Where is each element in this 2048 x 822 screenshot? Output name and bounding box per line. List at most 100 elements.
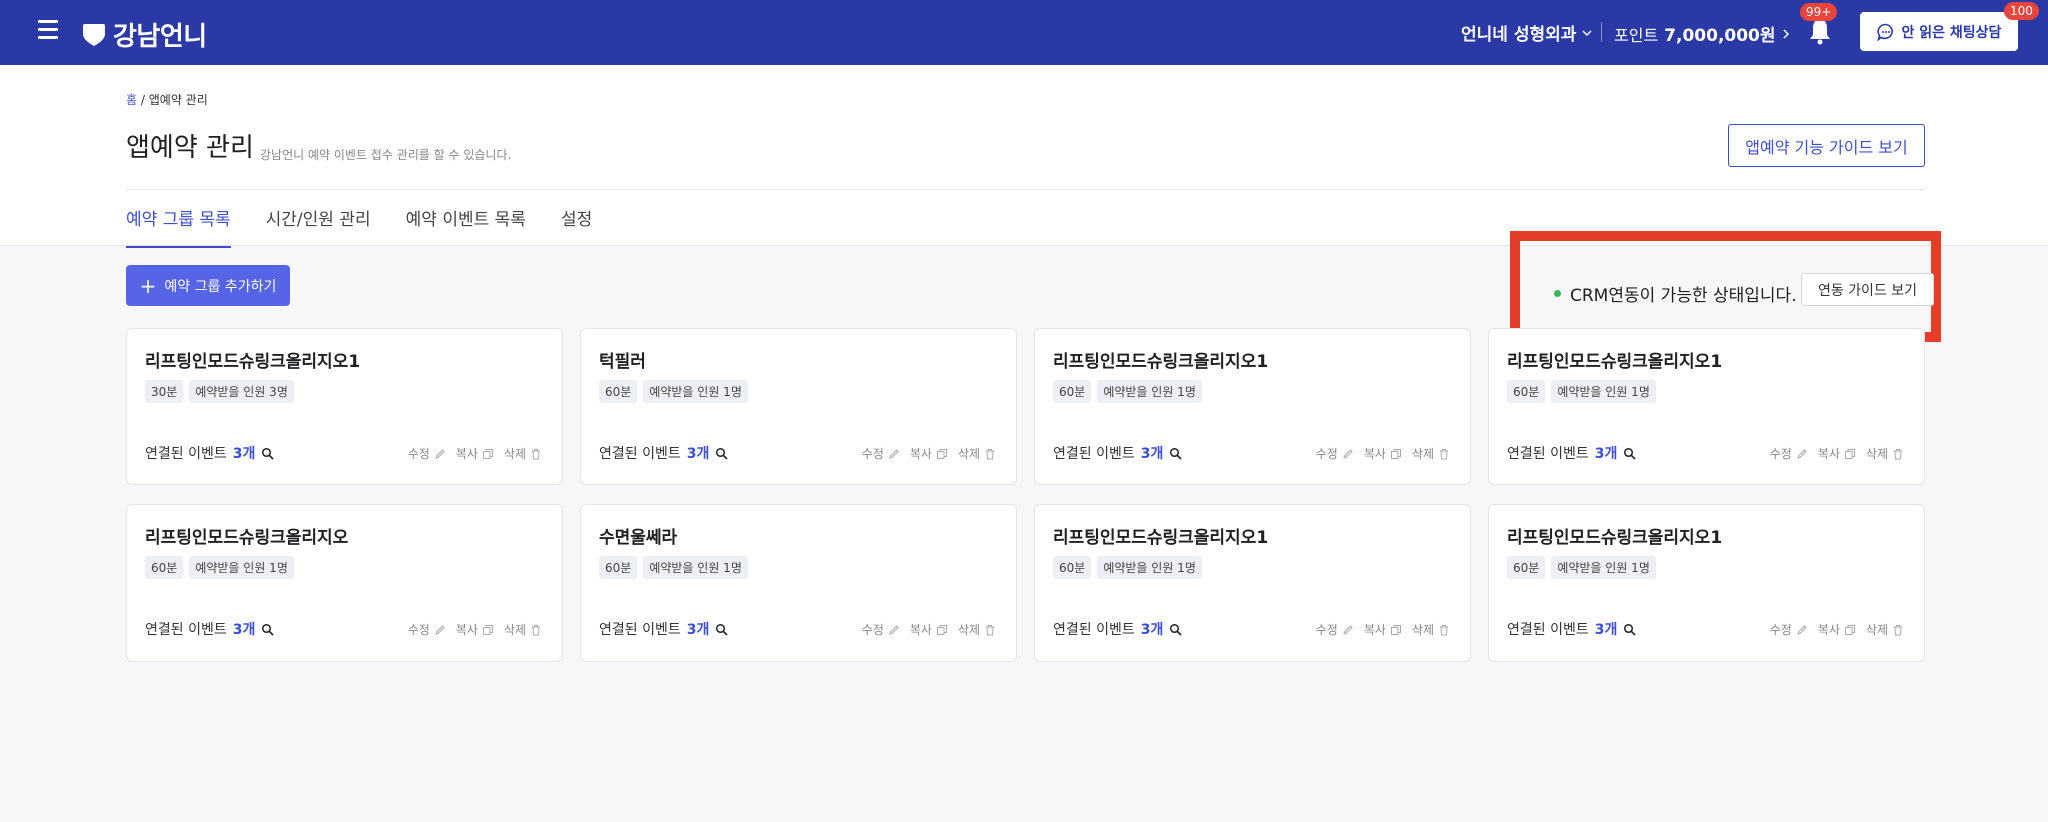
delete-label: 삭제 <box>1865 447 1888 461</box>
delete-button[interactable]: 삭제 <box>1866 445 1904 462</box>
trash-icon <box>532 448 540 459</box>
copy-button[interactable]: 복사 <box>1364 445 1402 462</box>
reservation-group-card[interactable]: 리프팅인모드슈링크올리지오1 60분 예약받을 인원 1명 연결된 이벤트 3개 수정 복사… <box>1034 504 1471 662</box>
breadcrumb-separator: / <box>140 93 145 107</box>
linked-events-label: 연결된 이벤트 <box>1053 446 1135 462</box>
copy-button[interactable]: 복사 <box>1818 621 1856 638</box>
crm-guide-button[interactable]: 연동 가이드 보기 <box>1801 273 1934 306</box>
linked-events-count[interactable]: 3개 <box>1595 443 1618 463</box>
magnifier-icon[interactable] <box>261 447 274 460</box>
copy-button[interactable]: 복사 <box>456 621 494 638</box>
edit-button[interactable]: 수정 <box>1316 445 1354 462</box>
hamburger-menu-icon[interactable] <box>38 20 58 40</box>
card-chips: 60분 예약받을 인원 1명 <box>599 380 748 403</box>
unread-chat-button[interactable]: 안 읽은 채팅상담 <box>1860 12 2018 51</box>
chat-button-label: 안 읽은 채팅상담 <box>1901 24 2002 41</box>
linked-events: 연결된 이벤트 3개 <box>145 619 274 639</box>
pencil-icon <box>1343 448 1353 459</box>
copy-button[interactable]: 복사 <box>456 445 494 462</box>
pencil-icon <box>1797 624 1807 635</box>
card-title: 수면울쎄라 <box>599 528 678 548</box>
tab-reservation-events[interactable]: 예약 이벤트 목록 <box>406 205 526 248</box>
delete-button[interactable]: 삭제 <box>1866 621 1904 638</box>
delete-button[interactable]: 삭제 <box>958 621 996 638</box>
notification-bell-icon[interactable] <box>1808 17 1832 45</box>
pencil-icon <box>435 624 445 635</box>
magnifier-icon[interactable] <box>1169 623 1182 636</box>
hospital-name: 언니네 성형외과 <box>1461 25 1577 45</box>
linked-events: 연결된 이벤트 3개 <box>145 443 274 463</box>
reservation-group-card[interactable]: 리프팅인모드슈링크올리지오1 60분 예약받을 인원 1명 연결된 이벤트 3개 수정 복사… <box>1034 328 1471 485</box>
add-group-button[interactable]: + 예약 그룹 추가하기 <box>126 265 290 306</box>
capacity-chip: 예약받을 인원 1명 <box>643 380 748 403</box>
capacity-chip: 예약받을 인원 1명 <box>1097 556 1202 579</box>
card-chips: 60분 예약받을 인원 1명 <box>145 556 294 579</box>
magnifier-icon[interactable] <box>715 623 728 636</box>
delete-button[interactable]: 삭제 <box>504 621 542 638</box>
edit-button[interactable]: 수정 <box>862 621 900 638</box>
reservation-group-card[interactable]: 수면울쎄라 60분 예약받을 인원 1명 연결된 이벤트 3개 수정 복사 삭제 <box>580 504 1017 662</box>
magnifier-icon[interactable] <box>1623 623 1636 636</box>
linked-events-label: 연결된 이벤트 <box>1507 446 1589 462</box>
capacity-chip: 예약받을 인원 1명 <box>1551 380 1656 403</box>
tab-reservation-groups[interactable]: 예약 그룹 목록 <box>126 205 231 248</box>
delete-label: 삭제 <box>1411 447 1434 461</box>
copy-button[interactable]: 복사 <box>910 621 948 638</box>
notification-count-badge: 99+ <box>1800 3 1838 21</box>
card-title: 리프팅인모드슈링크올리지오1 <box>1053 352 1269 372</box>
duration-chip: 60분 <box>1507 556 1546 579</box>
delete-button[interactable]: 삭제 <box>504 445 542 462</box>
hospital-selector[interactable]: 언니네 성형외과 <box>1461 20 1592 45</box>
magnifier-icon[interactable] <box>715 447 728 460</box>
reservation-group-card[interactable]: 리프팅인모드슈링크올리지오1 60분 예약받을 인원 1명 연결된 이벤트 3개 수정 복사… <box>1488 328 1925 485</box>
brand-logo[interactable]: 강남언니 <box>81 16 207 53</box>
edit-button[interactable]: 수정 <box>862 445 900 462</box>
points-link[interactable]: 포인트 7,000,000원 <box>1614 21 1790 46</box>
edit-button[interactable]: 수정 <box>408 445 446 462</box>
magnifier-icon[interactable] <box>1169 447 1182 460</box>
linked-events-count[interactable]: 3개 <box>687 443 710 463</box>
tab-settings[interactable]: 설정 <box>561 205 592 248</box>
delete-button[interactable]: 삭제 <box>958 445 996 462</box>
linked-events: 연결된 이벤트 3개 <box>1507 619 1636 639</box>
page-title: 앱예약 관리 <box>126 133 254 163</box>
delete-button[interactable]: 삭제 <box>1412 445 1450 462</box>
duration-chip: 60분 <box>1053 556 1092 579</box>
edit-button[interactable]: 수정 <box>1770 445 1808 462</box>
tab-time-capacity[interactable]: 시간/인원 관리 <box>266 205 371 248</box>
card-actions: 수정 복사 삭제 <box>408 445 542 462</box>
card-actions: 수정 복사 삭제 <box>862 621 996 638</box>
crm-status-highlight: CRM연동이 가능한 상태입니다. 연동 가이드 보기 <box>1510 231 1941 342</box>
plus-icon: + <box>139 273 157 298</box>
linked-events-count[interactable]: 3개 <box>1141 443 1164 463</box>
delete-button[interactable]: 삭제 <box>1412 621 1450 638</box>
linked-events-count[interactable]: 3개 <box>233 443 256 463</box>
chevron-right-icon <box>1783 28 1789 39</box>
duration-chip: 60분 <box>1053 380 1092 403</box>
copy-button[interactable]: 복사 <box>1818 445 1856 462</box>
delete-label: 삭제 <box>957 623 980 637</box>
linked-events: 연결된 이벤트 3개 <box>1053 443 1182 463</box>
linked-events-count[interactable]: 3개 <box>687 619 710 639</box>
breadcrumb-home[interactable]: 홈 <box>126 93 137 107</box>
card-actions: 수정 복사 삭제 <box>862 445 996 462</box>
copy-button[interactable]: 복사 <box>1364 621 1402 638</box>
feature-guide-button[interactable]: 앱예약 기능 가이드 보기 <box>1728 124 1925 167</box>
copy-icon <box>1390 448 1401 459</box>
linked-events-count[interactable]: 3개 <box>1595 619 1618 639</box>
edit-button[interactable]: 수정 <box>1316 621 1354 638</box>
linked-events-label: 연결된 이벤트 <box>1053 622 1135 638</box>
reservation-group-card[interactable]: 리프팅인모드슈링크올리지오 60분 예약받을 인원 1명 연결된 이벤트 3개 수정 복사 삭… <box>126 504 563 662</box>
reservation-group-card[interactable]: 리프팅인모드슈링크올리지오1 60분 예약받을 인원 1명 연결된 이벤트 3개 수정 복사… <box>1488 504 1925 662</box>
reservation-group-card[interactable]: 리프팅인모드슈링크올리지오1 30분 예약받을 인원 3명 연결된 이벤트 3개 수정 복사… <box>126 328 563 485</box>
copy-label: 복사 <box>455 623 478 637</box>
magnifier-icon[interactable] <box>1623 447 1636 460</box>
linked-events-count[interactable]: 3개 <box>233 619 256 639</box>
edit-button[interactable]: 수정 <box>1770 621 1808 638</box>
edit-button[interactable]: 수정 <box>408 621 446 638</box>
linked-events-count[interactable]: 3개 <box>1141 619 1164 639</box>
pencil-icon <box>435 448 445 459</box>
reservation-group-card[interactable]: 턱필러 60분 예약받을 인원 1명 연결된 이벤트 3개 수정 복사 삭제 <box>580 328 1017 485</box>
magnifier-icon[interactable] <box>261 623 274 636</box>
copy-button[interactable]: 복사 <box>910 445 948 462</box>
